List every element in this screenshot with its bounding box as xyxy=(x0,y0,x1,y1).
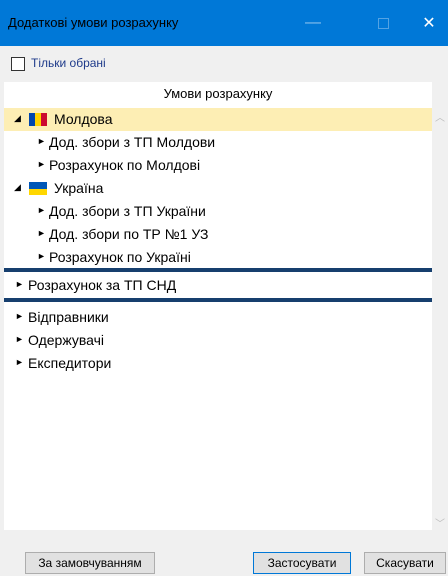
expanded-arrow-icon[interactable]: ◢ xyxy=(14,113,21,124)
scroll-down-icon[interactable]: ﹀ xyxy=(435,515,445,530)
collapsed-arrow-icon[interactable]: ► xyxy=(15,334,24,344)
tree-item-label: Розрахунок за ТП СНД xyxy=(28,277,177,293)
tree-item-senders[interactable]: ► Відправники xyxy=(4,306,432,329)
tree-item[interactable]: ► Розрахунок по Молдові xyxy=(4,154,432,177)
tree-item-label: Розрахунок по Молдові xyxy=(49,157,201,173)
minimize-icon: — xyxy=(305,14,321,31)
tree-item-forwarders[interactable]: ► Експедитори xyxy=(4,352,432,375)
expanded-arrow-icon[interactable]: ◢ xyxy=(14,182,21,193)
tree-item-cis[interactable]: ► Розрахунок за ТП СНД xyxy=(4,274,432,297)
only-selected-checkbox[interactable] xyxy=(11,57,25,71)
maximize-button[interactable] xyxy=(366,0,400,46)
tree-item-label: Дод. збори по ТР №1 УЗ xyxy=(49,226,209,242)
tree-item[interactable]: ► Дод. збори з ТП України xyxy=(4,200,432,223)
collapsed-arrow-icon[interactable]: ► xyxy=(37,251,46,261)
column-header[interactable]: Умови розрахунку xyxy=(4,82,432,107)
collapsed-arrow-icon[interactable]: ► xyxy=(15,357,24,367)
tree-item-label: Експедитори xyxy=(28,355,112,371)
tree-item-label: Відправники xyxy=(28,309,109,325)
collapsed-arrow-icon[interactable]: ► xyxy=(37,228,46,238)
scroll-up-icon[interactable]: ︿ xyxy=(435,109,445,124)
only-selected-label[interactable]: Тільки обрані xyxy=(31,56,106,70)
close-icon: ✕ xyxy=(422,15,436,32)
moldova-flag-icon xyxy=(29,113,47,126)
collapsed-arrow-icon[interactable]: ► xyxy=(37,205,46,215)
divider-top xyxy=(4,268,432,272)
tree-node-ukraine[interactable]: ◢ Україна xyxy=(4,177,432,200)
window-title: Додаткові умови розрахунку xyxy=(8,15,179,30)
default-button[interactable]: За замовчуванням xyxy=(25,552,155,574)
divider-bottom xyxy=(4,298,432,302)
vertical-scrollbar[interactable] xyxy=(432,106,448,530)
tree-node-label: Україна xyxy=(54,180,104,196)
tree-item-label: Розрахунок по Україні xyxy=(49,249,191,265)
collapsed-arrow-icon[interactable]: ► xyxy=(15,311,24,321)
ukraine-flag-icon xyxy=(29,182,47,195)
tree-item-label: Одержувачі xyxy=(28,332,105,348)
tree-item[interactable]: ► Дод. збори по ТР №1 УЗ xyxy=(4,223,432,246)
cancel-button[interactable]: Скасувати xyxy=(364,552,446,574)
header-corner xyxy=(432,82,448,106)
tree-item-label: Дод. збори з ТП Молдови xyxy=(49,134,216,150)
tree-item[interactable]: ► Розрахунок по Україні xyxy=(4,246,432,269)
maximize-icon xyxy=(377,17,389,29)
minimize-button[interactable]: — xyxy=(296,0,330,46)
collapsed-arrow-icon[interactable]: ► xyxy=(37,136,46,146)
apply-button[interactable]: Застосувати xyxy=(253,552,351,574)
tree-node-label: Молдова xyxy=(54,111,113,127)
tree-item-receivers[interactable]: ► Одержувачі xyxy=(4,329,432,352)
collapsed-arrow-icon[interactable]: ► xyxy=(37,159,46,169)
tree-item[interactable]: ► Дод. збори з ТП Молдови xyxy=(4,131,432,154)
tree-item-label: Дод. збори з ТП України xyxy=(49,203,206,219)
collapsed-arrow-icon[interactable]: ► xyxy=(15,279,24,289)
close-button[interactable]: ✕ xyxy=(412,0,446,46)
tree-node-moldova[interactable]: ◢ Молдова xyxy=(4,108,432,131)
